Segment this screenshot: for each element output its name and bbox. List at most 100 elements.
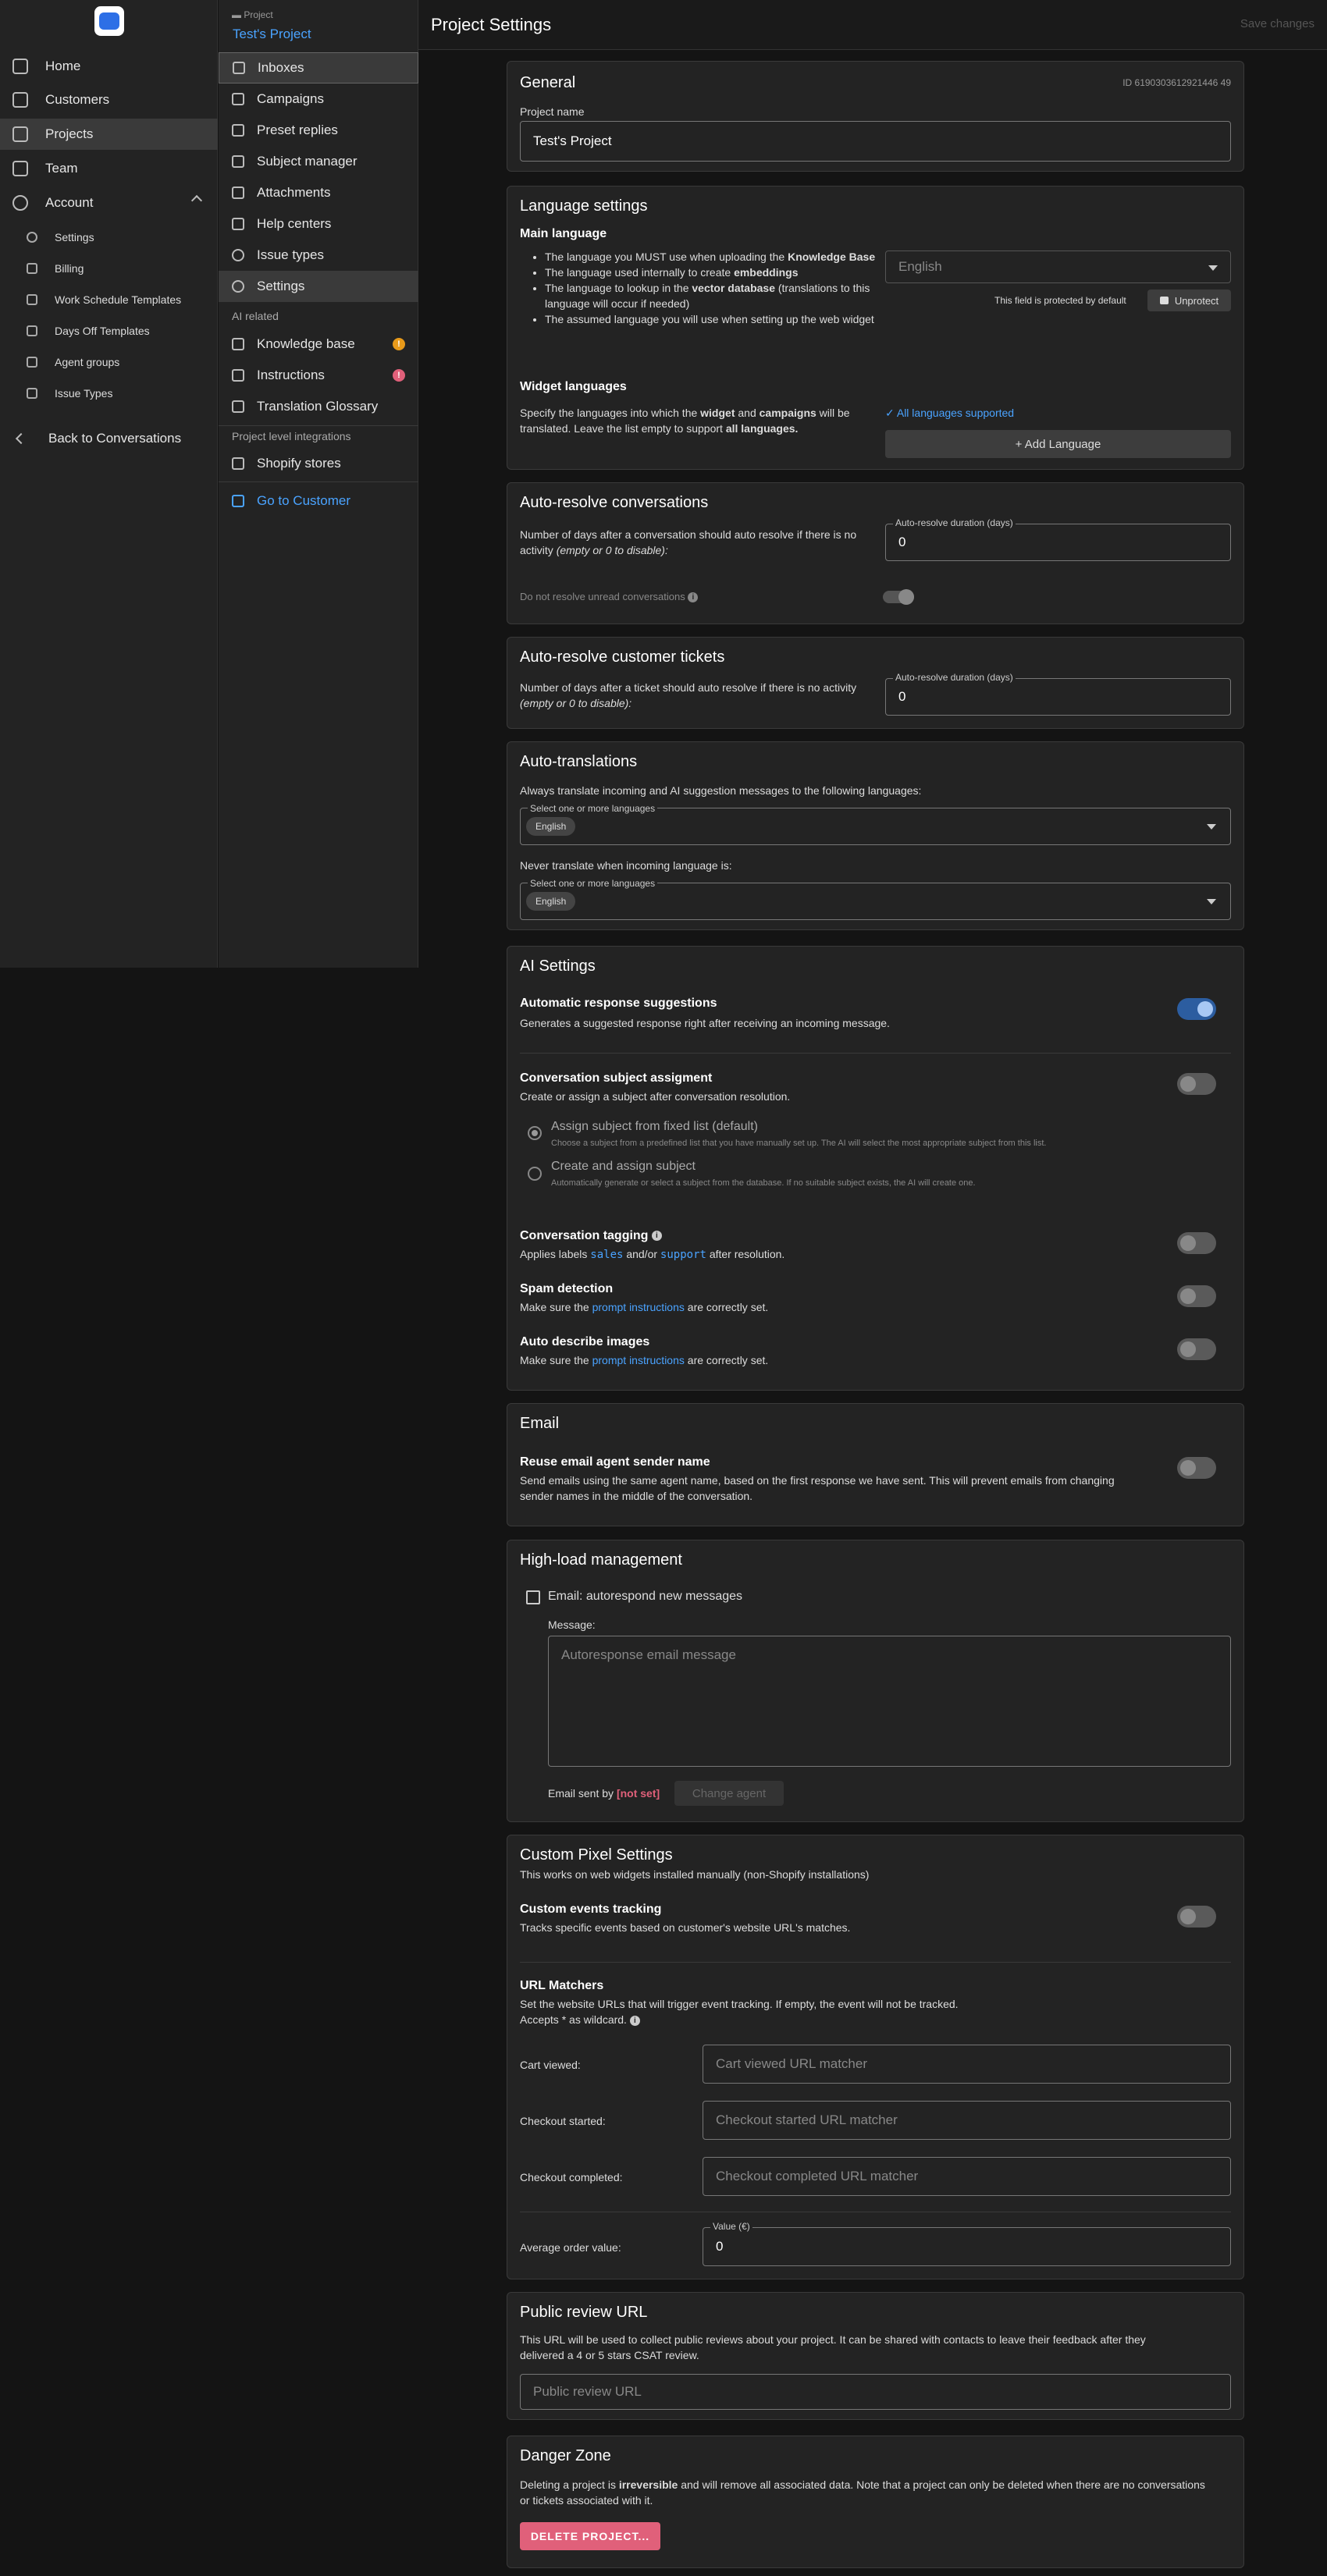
prompt-instructions-link[interactable]: prompt instructions (592, 1354, 685, 1366)
radio-fixed-list[interactable] (528, 1126, 542, 1140)
nav-account[interactable]: Account (0, 187, 218, 219)
warning-badge: ! (393, 338, 405, 350)
nav-customers[interactable]: Customers (0, 84, 218, 115)
review-url-input[interactable]: Public review URL (520, 2374, 1231, 2410)
auto-response-toggle[interactable] (1177, 998, 1216, 1020)
create-subject-label: Create and assign subject (551, 1160, 696, 1173)
spam-desc: Make sure the prompt instructions are co… (520, 1301, 769, 1313)
caret-down-icon (1207, 899, 1216, 904)
pnav-knowledge-base[interactable]: Knowledge base! (219, 329, 418, 360)
autoresolve-tickets-input[interactable]: 0 (885, 678, 1231, 716)
folder-icon (12, 126, 28, 142)
save-changes-button[interactable]: Save changes (1240, 17, 1315, 30)
paperclip-icon (232, 187, 244, 199)
custom-tracking-toggle[interactable] (1177, 1906, 1216, 1928)
project-name-label: Project name (520, 105, 585, 118)
info-icon: i (688, 592, 699, 603)
language-chip[interactable]: English (526, 892, 576, 911)
account-issue-types[interactable]: Issue Types (0, 379, 218, 407)
aov-input[interactable]: 0 (703, 2227, 1231, 2266)
protected-note: This field is protected by default (994, 295, 1126, 306)
cart-viewed-input[interactable]: Cart viewed URL matcher (703, 2045, 1231, 2084)
autoresponse-textarea[interactable]: Autoresponse email message (548, 1636, 1231, 1767)
account-days-off[interactable]: Days Off Templates (0, 317, 218, 345)
header-bar: Project Settings Save changes (418, 0, 1327, 50)
general-card: General ID 6190303612921446 49 Project n… (507, 61, 1244, 172)
project-id: ID 6190303612921446 49 (1122, 77, 1231, 88)
email-title: Email (520, 1415, 560, 1432)
page-title: Project Settings (431, 15, 552, 34)
pnav-settings[interactable]: Settings (219, 271, 418, 302)
app-logo[interactable] (94, 6, 124, 36)
ai-section-label: AI related (232, 310, 279, 322)
always-select-label: Select one or more languages (528, 803, 658, 814)
checkout-started-label: Checkout started: (520, 2115, 606, 2127)
store-icon (232, 457, 244, 470)
inbox-icon (233, 62, 245, 74)
main-language-select[interactable]: English (885, 250, 1231, 283)
pnav-subject-manager[interactable]: Subject manager (219, 146, 418, 177)
autorespond-checkbox[interactable] (526, 1590, 540, 1604)
translate-icon (232, 400, 244, 413)
pixel-card: Custom Pixel Settings This works on web … (507, 1835, 1244, 2279)
checkout-completed-input[interactable]: Checkout completed URL matcher (703, 2157, 1231, 2196)
project-name-input[interactable]: Test's Project (520, 121, 1231, 162)
nav-team[interactable]: Team (0, 153, 218, 184)
describe-images-toggle[interactable] (1177, 1338, 1216, 1360)
pnav-shopify-stores[interactable]: Shopify stores (219, 448, 418, 479)
pnav-go-to-customer[interactable]: Go to Customer (219, 485, 418, 517)
fixed-list-desc: Choose a subject from a predefined list … (551, 1139, 1047, 1148)
account-settings[interactable]: Settings (0, 223, 218, 251)
back-to-conversations[interactable]: Back to Conversations (0, 423, 218, 454)
info-icon: i (629, 2015, 640, 2026)
project-title[interactable]: Test's Project (233, 27, 311, 42)
review-card: Public review URL This URL will be used … (507, 2292, 1244, 2420)
caret-down-icon (1207, 824, 1216, 830)
danger-desc: Deleting a project is irreversible and w… (520, 2478, 1205, 2507)
nav-projects[interactable]: Projects (0, 119, 218, 150)
language-card: Language settings Main language The lang… (507, 186, 1244, 470)
pnav-instructions[interactable]: Instructions! (219, 360, 418, 391)
add-language-button[interactable]: + Add Language (885, 430, 1231, 458)
autoresolve-conv-field-label: Auto-resolve duration (days) (893, 517, 1016, 528)
reuse-sender-toggle[interactable] (1177, 1457, 1216, 1479)
unread-toggle[interactable] (883, 589, 914, 605)
account-billing[interactable]: Billing (0, 254, 218, 282)
issue-icon (27, 388, 37, 399)
reply-icon (232, 124, 244, 137)
aov-field-label: Value (€) (710, 2221, 752, 2232)
autoresolve-tickets-field-label: Auto-resolve duration (days) (893, 672, 1016, 683)
pnav-translation-glossary[interactable]: Translation Glossary (219, 391, 418, 422)
subject-assign-toggle[interactable] (1177, 1073, 1216, 1095)
pnav-issue-types[interactable]: Issue types (219, 240, 418, 271)
pnav-campaigns[interactable]: Campaigns (219, 83, 418, 115)
checkout-started-input[interactable]: Checkout started URL matcher (703, 2101, 1231, 2140)
pnav-preset-replies[interactable]: Preset replies (219, 115, 418, 146)
account-work-schedule[interactable]: Work Schedule Templates (0, 286, 218, 314)
unprotect-button[interactable]: Unprotect (1147, 290, 1231, 311)
delete-project-button[interactable]: DELETE PROJECT... (520, 2522, 660, 2550)
nav-home[interactable]: Home (0, 51, 218, 82)
main-sidebar: Home Customers Projects Team Account Set… (0, 0, 218, 968)
project-label: ▬ Project (232, 9, 273, 20)
pnav-inboxes[interactable]: Inboxes (219, 52, 418, 83)
account-agent-groups[interactable]: Agent groups (0, 348, 218, 376)
describe-images-label: Auto describe images (520, 1335, 650, 1348)
language-title: Language settings (520, 197, 648, 215)
tagging-toggle[interactable] (1177, 1232, 1216, 1254)
custom-tracking-label: Custom events tracking (520, 1903, 662, 1916)
ai-settings-title: AI Settings (520, 958, 596, 975)
pnav-attachments[interactable]: Attachments (219, 177, 418, 208)
danger-card: Danger Zone Deleting a project is irreve… (507, 2436, 1244, 2568)
gear-icon (232, 280, 244, 293)
pnav-help-centers[interactable]: Help centers (219, 208, 418, 240)
autoresolve-conv-input[interactable]: 0 (885, 524, 1231, 561)
spam-toggle[interactable] (1177, 1285, 1216, 1307)
radio-create-subject[interactable] (528, 1167, 542, 1181)
language-chip[interactable]: English (526, 817, 576, 836)
calendar-icon (27, 325, 37, 336)
prompt-instructions-link[interactable]: prompt instructions (592, 1301, 685, 1313)
highload-title: High-load management (520, 1551, 682, 1569)
gear-icon (12, 195, 28, 211)
change-agent-button[interactable]: Change agent (674, 1781, 784, 1806)
